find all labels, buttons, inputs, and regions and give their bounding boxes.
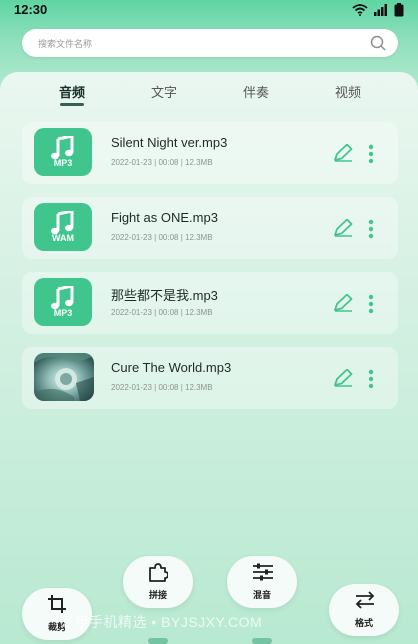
file-item[interactable]: Cure The World.mp3 2022-01-23 | 00:08 | … — [22, 347, 398, 409]
status-icons — [352, 3, 404, 17]
file-item[interactable]: WAM Fight as ONE.mp3 2022-01-23 | 00:08 … — [22, 197, 398, 259]
file-thumbnail: WAM — [34, 203, 92, 251]
file-name: 那些都不是我.mp3 — [111, 288, 218, 303]
edit-pencil-icon[interactable] — [333, 369, 353, 387]
album-cover-image — [34, 353, 94, 401]
file-meta: 2022-01-23 | 00:08 | 12.3MB — [111, 233, 213, 242]
status-time: 12:30 — [14, 2, 48, 17]
mix-button[interactable]: 混音 — [227, 556, 297, 608]
nav-indicator — [148, 638, 168, 644]
file-format-badge: MP3 — [53, 308, 73, 318]
music-note-icon — [51, 136, 74, 160]
category-tabs: 音频 文字 伴奏 视频 — [0, 82, 418, 112]
search-bar[interactable]: 搜索文件名称 — [22, 29, 398, 57]
file-thumbnail: MP3 — [34, 128, 92, 176]
file-thumbnail: MP3 — [34, 278, 92, 326]
mix-button-label: 混音 — [252, 590, 271, 600]
tab-audio[interactable]: 音频 — [42, 82, 102, 106]
crop-icon — [48, 595, 66, 613]
search-icon[interactable] — [370, 35, 386, 51]
join-button-label: 拼接 — [148, 590, 167, 600]
status-bar: 12:30 — [0, 0, 418, 24]
file-format-badge: MP3 — [53, 158, 73, 168]
file-meta: 2022-01-23 | 00:08 | 12.3MB — [111, 158, 213, 167]
tab-text[interactable]: 文字 — [134, 82, 194, 101]
tab-active-indicator — [60, 103, 84, 106]
tab-video[interactable]: 视频 — [318, 82, 378, 101]
file-meta: 2022-01-23 | 00:08 | 12.3MB — [111, 383, 213, 392]
join-button[interactable]: 拼接 — [123, 556, 193, 608]
format-button-label: 格式 — [354, 618, 373, 628]
file-item[interactable]: MP3 Silent Night ver.mp3 2022-01-23 | 00… — [22, 122, 398, 184]
edit-pencil-icon[interactable] — [333, 144, 353, 162]
wifi-icon — [352, 4, 368, 16]
tab-label: 音频 — [58, 85, 85, 100]
nav-indicator — [252, 638, 272, 644]
format-button[interactable]: 格式 — [329, 584, 399, 636]
more-vertical-icon[interactable] — [368, 369, 374, 389]
tab-accompaniment[interactable]: 伴奏 — [226, 82, 286, 101]
more-vertical-icon[interactable] — [368, 294, 374, 314]
file-name: Fight as ONE.mp3 — [111, 210, 218, 225]
watermark-text: 必用手机精选 • BYJSJXY.COM — [60, 614, 263, 630]
file-item[interactable]: MP3 那些都不是我.mp3 2022-01-23 | 00:08 | 12.3… — [22, 272, 398, 334]
file-name: Silent Night ver.mp3 — [111, 135, 228, 150]
equalizer-icon — [253, 563, 273, 581]
edit-pencil-icon[interactable] — [333, 294, 353, 312]
swap-arrows-icon — [355, 591, 375, 609]
music-note-icon — [51, 286, 74, 310]
signal-icon — [374, 4, 387, 16]
battery-icon — [394, 3, 404, 17]
more-vertical-icon[interactable] — [368, 219, 374, 239]
file-meta: 2022-01-23 | 00:08 | 12.3MB — [111, 308, 213, 317]
music-note-icon — [51, 211, 74, 235]
file-name: Cure The World.mp3 — [111, 360, 232, 375]
search-input[interactable]: 搜索文件名称 — [38, 37, 92, 50]
edit-pencil-icon[interactable] — [333, 219, 353, 237]
file-format-badge: WAM — [52, 233, 74, 243]
more-vertical-icon[interactable] — [368, 144, 374, 164]
puzzle-icon — [149, 563, 168, 582]
